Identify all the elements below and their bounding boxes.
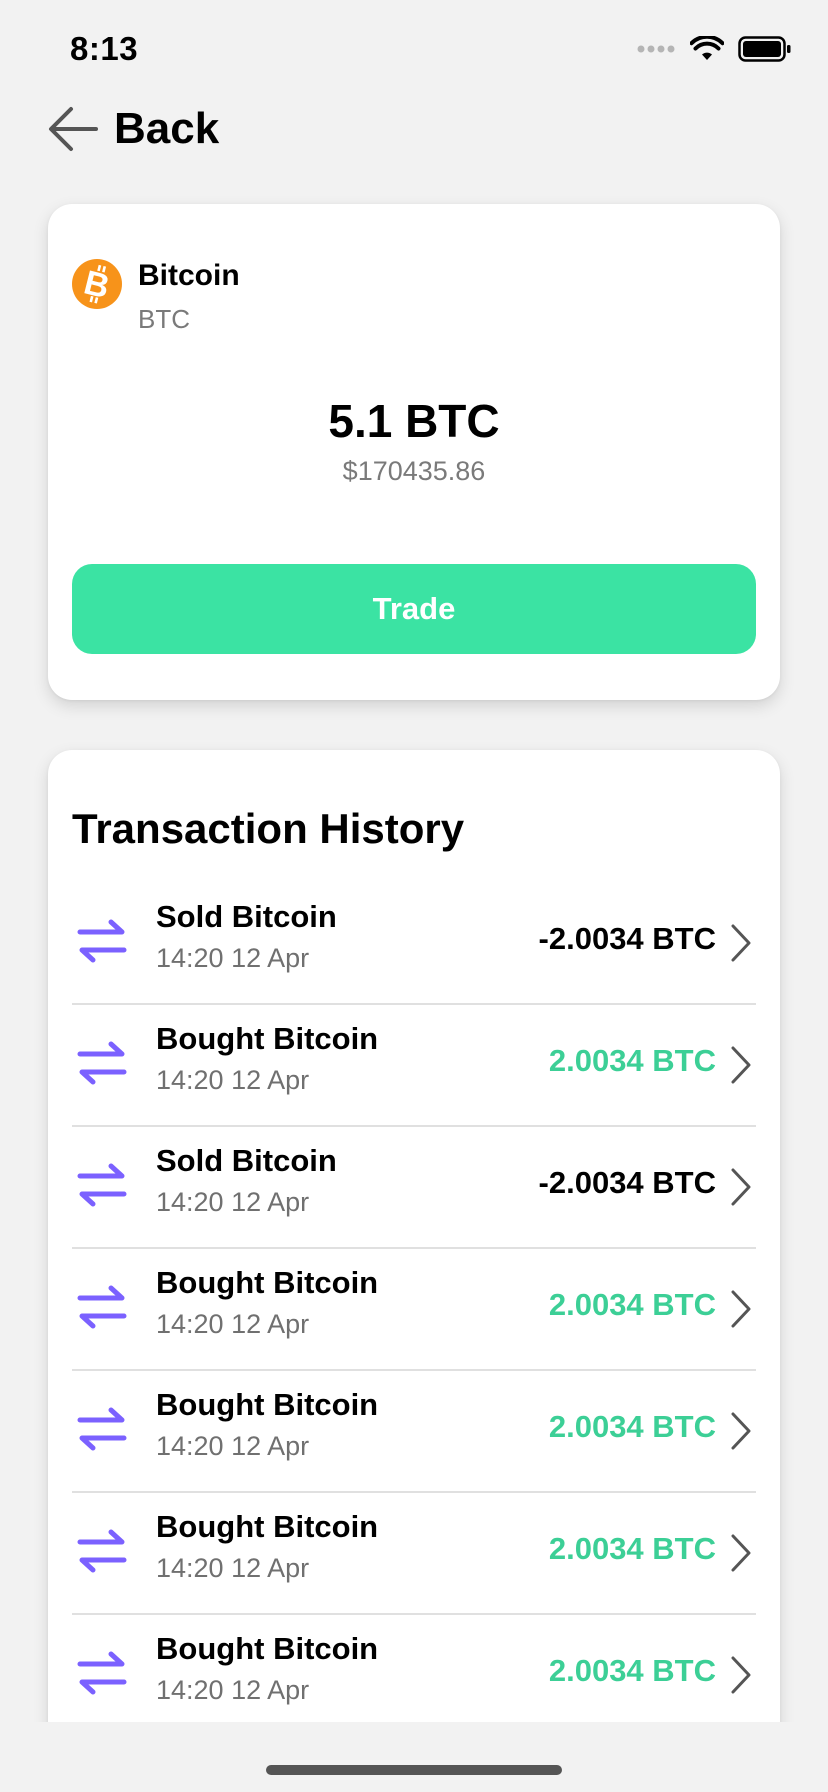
asset-card: B Bitcoin BTC 5.1 BTC $170435.86 Trade [48,204,780,700]
transaction-title: Bought Bitcoin [156,1387,379,1422]
wifi-icon [690,36,724,60]
balance-usd: $170435.86 [342,456,486,486]
chevron-right-icon [731,1290,751,1328]
transaction-title: Bought Bitcoin [156,1265,379,1300]
coin-ticker: BTC [138,304,190,334]
transaction-list: Sold Bitcoin 14:20 12 Apr -2.0034 BTC Bo… [72,883,756,1737]
transaction-title: Bought Bitcoin [156,1021,379,1056]
exchange-arrows-icon [77,1285,127,1329]
transaction-row[interactable]: Bought Bitcoin 14:20 12 Apr 2.0034 BTC [72,1005,756,1127]
exchange-arrows-icon [77,919,127,963]
status-bar: 8:13 [0,0,828,100]
transaction-row[interactable]: Sold Bitcoin 14:20 12 Apr -2.0034 BTC [72,883,756,1005]
transaction-row[interactable]: Bought Bitcoin 14:20 12 Apr 2.0034 BTC [72,1371,756,1493]
chevron-right-icon [731,1656,751,1694]
transaction-row[interactable]: Sold Bitcoin 14:20 12 Apr -2.0034 BTC [72,1127,756,1249]
signal-dots-icon [637,45,675,53]
transaction-history-card: Transaction History Sold Bitcoin 14:20 1… [48,750,780,1792]
home-indicator[interactable] [266,1765,562,1775]
transaction-time: 14:20 12 Apr [156,1675,310,1705]
transaction-amount: -2.0034 BTC [538,1165,716,1200]
transaction-time: 14:20 12 Apr [156,1553,310,1583]
back-label: Back [114,104,220,153]
transaction-title: Sold Bitcoin [156,1143,337,1178]
exchange-arrows-icon [77,1163,127,1207]
transaction-row[interactable]: Bought Bitcoin 14:20 12 Apr 2.0034 BTC [72,1615,756,1737]
transaction-amount: 2.0034 BTC [548,1409,716,1444]
exchange-arrows-icon [77,1407,127,1451]
transaction-time: 14:20 12 Apr [156,943,310,973]
chevron-right-icon [731,1534,751,1572]
transaction-time: 14:20 12 Apr [156,1431,310,1461]
coin-name: Bitcoin [138,259,240,292]
status-icons [636,36,792,62]
transaction-title: Sold Bitcoin [156,899,337,934]
chevron-right-icon [731,1168,751,1206]
chevron-right-icon [731,924,751,962]
trade-button[interactable]: Trade [72,564,756,654]
transaction-amount: 2.0034 BTC [548,1531,716,1566]
exchange-arrows-icon [77,1529,127,1573]
chevron-right-icon [731,1046,751,1084]
transaction-row[interactable]: Bought Bitcoin 14:20 12 Apr 2.0034 BTC [72,1249,756,1371]
arrow-left-icon [49,107,98,151]
transaction-row[interactable]: Bought Bitcoin 14:20 12 Apr 2.0034 BTC [72,1493,756,1615]
bottom-safe-area [0,1722,828,1792]
transaction-time: 14:20 12 Apr [156,1065,310,1095]
screen: 8:13 Back B Bitcoin BTC 5.1 BTC $170435.… [0,0,828,1792]
transaction-title: Bought Bitcoin [156,1631,379,1666]
battery-icon [738,36,791,62]
transaction-time: 14:20 12 Apr [156,1187,310,1217]
history-title: Transaction History [72,805,465,852]
transaction-time: 14:20 12 Apr [156,1309,310,1339]
exchange-arrows-icon [77,1041,127,1085]
balance-amount: 5.1 BTC [328,395,500,447]
transaction-amount: 2.0034 BTC [548,1287,716,1322]
transaction-amount: 2.0034 BTC [548,1653,716,1688]
transaction-amount: -2.0034 BTC [538,921,716,956]
exchange-arrows-icon [77,1651,127,1695]
transaction-title: Bought Bitcoin [156,1509,379,1544]
status-time: 8:13 [70,30,139,67]
transaction-amount: 2.0034 BTC [548,1043,716,1078]
bitcoin-icon: B [72,259,122,309]
chevron-right-icon [731,1412,751,1450]
back-button[interactable]: Back [46,100,219,158]
